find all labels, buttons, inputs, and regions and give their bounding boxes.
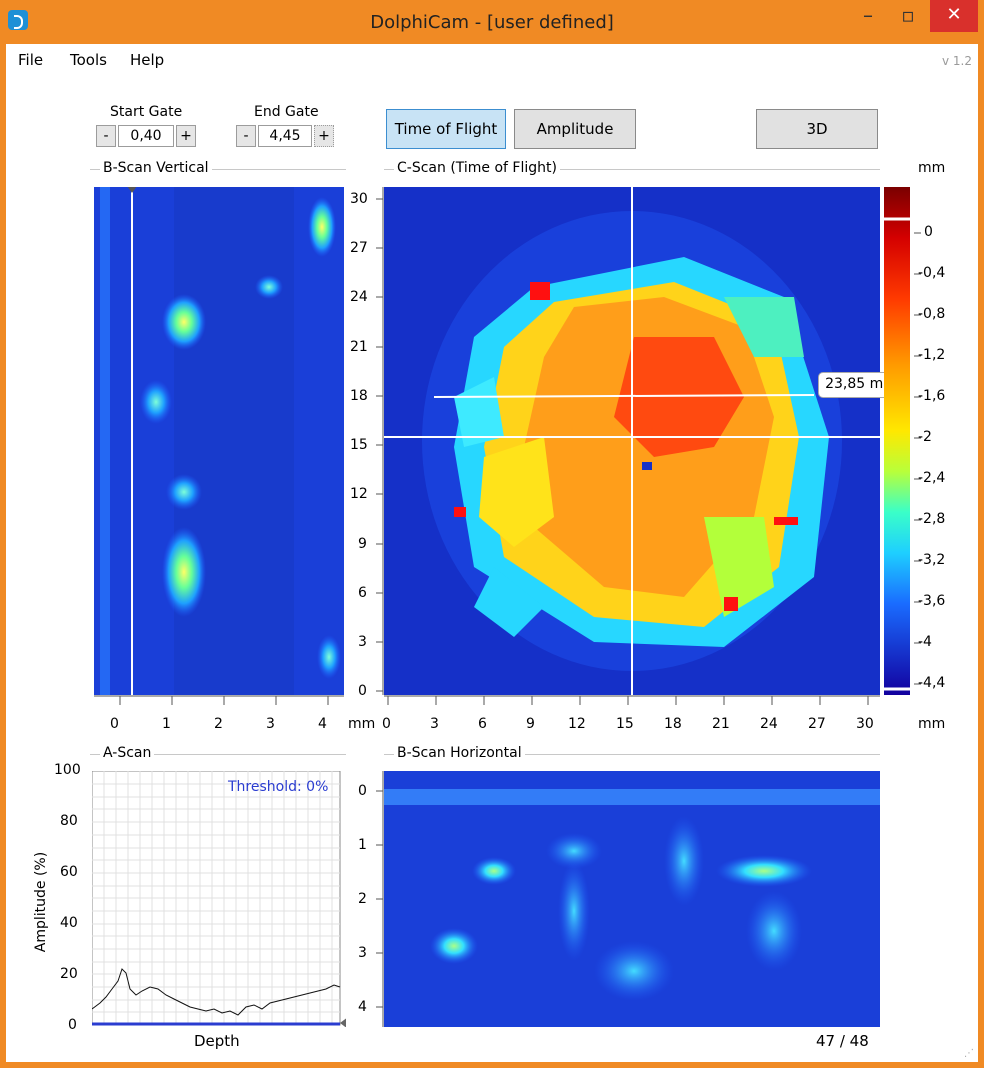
colorbar-tick: -4,4	[918, 675, 946, 691]
cscan-y-tick: 3	[358, 634, 367, 650]
cscan-x-tick: 0	[382, 716, 391, 732]
cscan-x-ruler	[384, 695, 880, 705]
cscan-x-tick: 9	[526, 716, 535, 732]
bscan-horizontal-ruler	[376, 771, 384, 1027]
colorbar-tick: -0,4	[918, 265, 946, 281]
cscan-y-tick: 12	[350, 486, 368, 502]
colorbar-tick: -3,6	[918, 593, 946, 609]
cscan-x-tick: 18	[664, 716, 682, 732]
end-gate-input[interactable]: 4,45	[258, 125, 312, 147]
start-gate-decrement-button[interactable]: -	[96, 125, 116, 147]
bscan-horizontal-tick: 3	[358, 945, 367, 961]
cscan-y-tick: 18	[350, 388, 368, 404]
colorbar-tick: -3,2	[918, 552, 946, 568]
cscan-x-tick: 24	[760, 716, 778, 732]
ascan-x-label: Depth	[194, 1032, 240, 1050]
colorbar-tick: -2,4	[918, 470, 946, 486]
colorbar-tick: -1,2	[918, 347, 946, 363]
3d-button[interactable]: 3D	[756, 109, 878, 149]
colorbar-tick: -1,6	[918, 388, 946, 404]
cscan-y-tick: 6	[358, 585, 367, 601]
frame-counter: 47 / 48	[816, 1032, 869, 1050]
cscan-x-tick: 6	[478, 716, 487, 732]
cscan-y-tick: 9	[358, 536, 367, 552]
cscan-y-tick: 27	[350, 240, 368, 256]
maximize-button[interactable]: ▫	[888, 0, 928, 32]
version-label: v 1.2	[942, 54, 972, 68]
bscan-vertical-ruler	[94, 695, 344, 705]
colorbar-tick: -2	[918, 429, 932, 445]
ascan-y-tick: 60	[60, 864, 78, 880]
start-gate-increment-button[interactable]: +	[176, 125, 196, 147]
colorbar-unit-top: mm	[918, 160, 946, 176]
window-title: DolphiCam - [user defined]	[370, 12, 614, 33]
app-window: DolphiCam - [user defined] – ▫ ✕ File To…	[0, 0, 984, 1068]
ascan-y-tick: 100	[54, 762, 81, 778]
cscan-y-tick: 30	[350, 191, 368, 207]
cscan-title: C-Scan (Time of Flight)	[394, 160, 560, 176]
ascan-y-tick: 80	[60, 813, 78, 829]
menu-bar: File Tools Help v 1.2	[6, 44, 978, 74]
colorbar-tick: -4	[918, 634, 932, 650]
bscan-horizontal-tick: 4	[358, 999, 367, 1015]
resize-grip-icon[interactable]: ⋰	[964, 1048, 974, 1059]
close-button[interactable]: ✕	[930, 0, 978, 32]
title-bar[interactable]: DolphiCam - [user defined] – ▫ ✕	[0, 0, 984, 44]
colorbar-tick: -0,8	[918, 306, 946, 322]
threshold-label: Threshold: 0%	[228, 779, 329, 795]
cscan-x-tick: 21	[712, 716, 730, 732]
cscan-x-tick: 12	[568, 716, 586, 732]
amplitude-button[interactable]: Amplitude	[514, 109, 636, 149]
cscan-x-tick: 30	[856, 716, 874, 732]
menu-tools[interactable]: Tools	[70, 51, 107, 69]
bscan-vertical-image[interactable]	[94, 187, 344, 695]
end-gate-decrement-button[interactable]: -	[236, 125, 256, 147]
end-gate-label: End Gate	[254, 104, 319, 120]
ascan-y-tick: 40	[60, 915, 78, 931]
cscan-y-tick: 24	[350, 289, 368, 305]
bscan-horizontal-tick: 1	[358, 837, 367, 853]
start-gate-label: Start Gate	[110, 104, 183, 120]
main-content: File Tools Help v 1.2 Start Gate - 0,40 …	[6, 44, 978, 1062]
bscan-horizontal-title: B-Scan Horizontal	[394, 745, 525, 761]
colorbar-unit-bottom: mm	[918, 716, 946, 732]
cscan-x-tick: 15	[616, 716, 634, 732]
cscan-y-tick: 21	[350, 339, 368, 355]
menu-help[interactable]: Help	[130, 51, 164, 69]
ascan-y-tick: 20	[60, 966, 78, 982]
bscan-vertical-tick: 4	[318, 716, 327, 732]
bscan-vertical-unit: mm	[348, 716, 376, 732]
colorbar-tick: -2,8	[918, 511, 946, 527]
menu-file[interactable]: File	[18, 51, 43, 69]
ascan-y-tick: 0	[68, 1017, 77, 1033]
bscan-vertical-title: B-Scan Vertical	[100, 160, 212, 176]
cscan-y-tick: 0	[358, 683, 367, 699]
colorbar[interactable]	[884, 187, 914, 695]
cscan-y-tick: 15	[350, 437, 368, 453]
bscan-horizontal-tick: 0	[358, 783, 367, 799]
bscan-horizontal-tick: 2	[358, 891, 367, 907]
bscan-vertical-tick: 2	[214, 716, 223, 732]
bscan-horizontal-image[interactable]	[384, 771, 880, 1027]
start-gate-input[interactable]: 0,40	[118, 125, 174, 147]
ascan-plot[interactable]	[92, 771, 346, 1027]
cscan-x-tick: 3	[430, 716, 439, 732]
time-of-flight-button[interactable]: Time of Flight	[386, 109, 506, 149]
bscan-vertical-tick: 1	[162, 716, 171, 732]
cscan-image[interactable]	[384, 187, 880, 695]
minimize-button[interactable]: –	[848, 0, 888, 32]
cscan-x-tick: 27	[808, 716, 826, 732]
ascan-title: A-Scan	[100, 745, 155, 761]
bscan-vertical-tick: 3	[266, 716, 275, 732]
ascan-y-label: Amplitude (%)	[33, 851, 49, 953]
colorbar-tick: 0	[924, 224, 933, 240]
bscan-vertical-tick: 0	[110, 716, 119, 732]
end-gate-increment-button[interactable]: +	[314, 125, 334, 147]
